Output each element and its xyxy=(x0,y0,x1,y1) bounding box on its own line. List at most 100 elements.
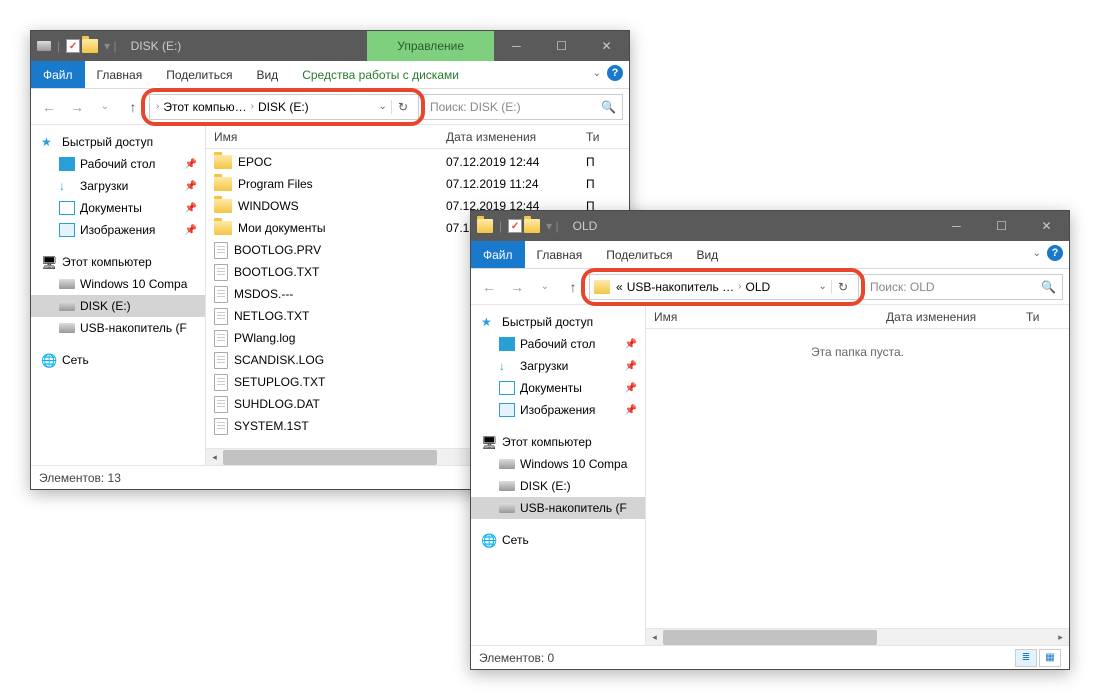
help-icon[interactable]: ? xyxy=(1047,245,1063,261)
search-input[interactable]: Поиск: OLD 🔍 xyxy=(863,274,1063,300)
refresh-icon[interactable]: ↻ xyxy=(391,100,414,114)
file-icon xyxy=(214,264,228,281)
tree-this-pc[interactable]: Этот компьютер xyxy=(471,431,645,453)
navigation-bar: ← → ⌄ ↑ « USB-накопитель … › OLD ⌄ ↻ Пои… xyxy=(471,269,1069,305)
back-button[interactable]: ← xyxy=(477,275,501,299)
help-icon[interactable]: ? xyxy=(607,65,623,81)
address-bar[interactable]: « USB-накопитель … › OLD ⌄ ↻ xyxy=(589,274,859,300)
tree-usb-drive[interactable]: USB-накопитель (F xyxy=(31,317,205,339)
chevron-right-icon[interactable]: › xyxy=(249,101,256,112)
qat-checkbox-icon[interactable] xyxy=(508,219,522,233)
column-header-date[interactable]: Дата изменения xyxy=(886,310,1026,324)
tree-desktop[interactable]: Рабочий стол📌 xyxy=(31,153,205,175)
ribbon-expand-icon[interactable]: ⌄ xyxy=(593,68,601,79)
details-view-button[interactable]: ≣ xyxy=(1015,649,1037,667)
tree-documents[interactable]: Документы📌 xyxy=(31,197,205,219)
tree-disk-e[interactable]: DISK (E:) xyxy=(471,475,645,497)
close-button[interactable]: ✕ xyxy=(1024,211,1069,241)
tab-file[interactable]: Файл xyxy=(31,61,85,88)
manage-contextual-tab[interactable]: Управление xyxy=(367,31,494,61)
navigation-pane[interactable]: ★Быстрый доступ Рабочий стол📌 Загрузки📌 … xyxy=(31,125,206,465)
file-list[interactable]: Эта папка пуста. xyxy=(646,329,1069,628)
tree-win10-drive[interactable]: Windows 10 Compa xyxy=(471,453,645,475)
tree-downloads[interactable]: Загрузки📌 xyxy=(471,355,645,377)
address-dropdown-icon[interactable]: ⌄ xyxy=(375,101,391,112)
tab-view[interactable]: Вид xyxy=(244,61,290,88)
column-header-date[interactable]: Дата изменения xyxy=(446,130,586,144)
drive-icon xyxy=(59,279,75,289)
search-icon[interactable]: 🔍 xyxy=(1041,280,1056,294)
horizontal-scrollbar[interactable]: ◂ ▸ xyxy=(646,628,1069,645)
minimize-button[interactable]: ─ xyxy=(934,211,979,241)
minimize-button[interactable]: ─ xyxy=(494,31,539,61)
scroll-right-button[interactable]: ▸ xyxy=(1052,629,1069,646)
file-row[interactable]: EPOC07.12.2019 12:44П xyxy=(206,151,629,173)
tree-quick-access[interactable]: ★Быстрый доступ xyxy=(31,131,205,153)
search-input[interactable]: Поиск: DISK (E:) 🔍 xyxy=(423,94,623,120)
up-button[interactable]: ↑ xyxy=(561,275,585,299)
tree-documents[interactable]: Документы📌 xyxy=(471,377,645,399)
tab-home[interactable]: Главная xyxy=(85,61,155,88)
column-header-type[interactable]: Ти xyxy=(1026,310,1069,324)
up-button[interactable]: ↑ xyxy=(121,95,145,119)
maximize-button[interactable]: ☐ xyxy=(979,211,1024,241)
tree-quick-access[interactable]: ★Быстрый доступ xyxy=(471,311,645,333)
pin-icon: 📌 xyxy=(625,339,637,350)
folder-icon[interactable] xyxy=(524,219,540,233)
breadcrumb-segment[interactable]: DISK (E:) xyxy=(256,100,311,114)
tree-usb-drive[interactable]: USB-накопитель (F xyxy=(471,497,645,519)
breadcrumb-segment[interactable]: Этот компью… xyxy=(161,100,248,114)
tree-network[interactable]: Сеть xyxy=(471,529,645,551)
tab-share[interactable]: Поделиться xyxy=(594,241,684,268)
breadcrumb-overflow[interactable]: « xyxy=(614,280,625,294)
tab-home[interactable]: Главная xyxy=(525,241,595,268)
column-headers[interactable]: Имя Дата изменения Ти xyxy=(206,125,629,149)
refresh-icon[interactable]: ↻ xyxy=(831,280,854,294)
chevron-right-icon[interactable]: › xyxy=(736,281,743,292)
tree-network[interactable]: Сеть xyxy=(31,349,205,371)
search-icon[interactable]: 🔍 xyxy=(601,100,616,114)
recent-locations-button[interactable]: ⌄ xyxy=(533,275,557,299)
ribbon-expand-icon[interactable]: ⌄ xyxy=(1033,248,1041,259)
tree-this-pc[interactable]: Этот компьютер xyxy=(31,251,205,273)
tree-desktop[interactable]: Рабочий стол📌 xyxy=(471,333,645,355)
tree-downloads[interactable]: Загрузки📌 xyxy=(31,175,205,197)
file-icon xyxy=(214,352,228,369)
column-headers[interactable]: Имя Дата изменения Ти xyxy=(646,305,1069,329)
column-header-name[interactable]: Имя xyxy=(646,310,886,324)
qat-checkbox-icon[interactable] xyxy=(66,39,80,53)
recent-locations-button[interactable]: ⌄ xyxy=(93,95,117,119)
column-header-name[interactable]: Имя xyxy=(206,130,446,144)
file-row[interactable]: Program Files07.12.2019 11:24П xyxy=(206,173,629,195)
tree-win10-drive[interactable]: Windows 10 Compa xyxy=(31,273,205,295)
scroll-left-button[interactable]: ◂ xyxy=(206,449,223,466)
chevron-right-icon[interactable]: › xyxy=(154,101,161,112)
forward-button[interactable]: → xyxy=(65,95,89,119)
forward-button[interactable]: → xyxy=(505,275,529,299)
close-button[interactable]: ✕ xyxy=(584,31,629,61)
tab-share[interactable]: Поделиться xyxy=(154,61,244,88)
separator: ▾ | xyxy=(104,39,116,53)
folder-icon[interactable] xyxy=(82,39,98,53)
maximize-button[interactable]: ☐ xyxy=(539,31,584,61)
back-button[interactable]: ← xyxy=(37,95,61,119)
breadcrumb-segment[interactable]: OLD xyxy=(744,280,773,294)
tree-disk-e[interactable]: DISK (E:) xyxy=(31,295,205,317)
quick-access-toolbar: | ▾ | xyxy=(471,219,569,233)
tree-pictures[interactable]: Изображения📌 xyxy=(471,399,645,421)
column-header-type[interactable]: Ти xyxy=(586,130,629,144)
titlebar[interactable]: | ▾ | OLD ─ ☐ ✕ xyxy=(471,211,1069,241)
file-name: NETLOG.TXT xyxy=(234,309,309,323)
file-name: PWlang.log xyxy=(234,331,295,345)
navigation-pane[interactable]: ★Быстрый доступ Рабочий стол📌 Загрузки📌 … xyxy=(471,305,646,645)
scroll-left-button[interactable]: ◂ xyxy=(646,629,663,646)
icons-view-button[interactable]: ▦ xyxy=(1039,649,1061,667)
tab-drive-tools[interactable]: Средства работы с дисками xyxy=(290,61,471,88)
tab-view[interactable]: Вид xyxy=(684,241,730,268)
address-dropdown-icon[interactable]: ⌄ xyxy=(815,281,831,292)
breadcrumb-segment[interactable]: USB-накопитель … xyxy=(625,280,736,294)
tree-pictures[interactable]: Изображения📌 xyxy=(31,219,205,241)
address-bar[interactable]: › Этот компью… › DISK (E:) ⌄ ↻ xyxy=(149,94,419,120)
tab-file[interactable]: Файл xyxy=(471,241,525,268)
titlebar[interactable]: | ▾ | DISK (E:) Управление ─ ☐ ✕ xyxy=(31,31,629,61)
